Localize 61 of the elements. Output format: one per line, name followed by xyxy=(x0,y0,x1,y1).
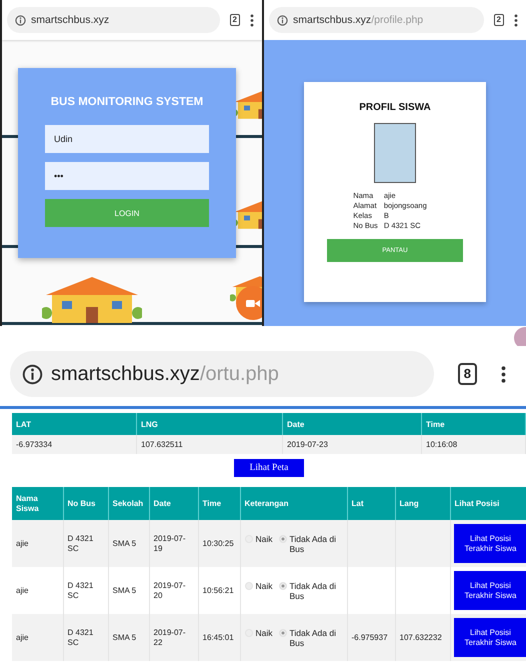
password-field[interactable]: ••• xyxy=(45,162,209,190)
column-header: Time xyxy=(198,487,240,520)
video-camera-icon xyxy=(246,298,260,308)
column-header: Lang xyxy=(395,487,450,520)
photo-placeholder xyxy=(374,123,416,183)
column-header: Time xyxy=(422,413,526,435)
table-cell: 10:16:08 xyxy=(422,435,526,454)
profile-title: PROFIL SISWA xyxy=(359,102,431,113)
table-cell: -6.975937 xyxy=(352,632,388,642)
address-bar[interactable]: smartschbus.xyz 2 xyxy=(2,0,262,40)
column-header: Date xyxy=(149,487,198,520)
column-header: Lihat Posisi xyxy=(450,487,526,520)
column-header: Lat xyxy=(347,487,395,520)
username-field[interactable]: Udin xyxy=(45,125,209,153)
column-header: No Bus xyxy=(63,487,108,520)
table-cell: ajie xyxy=(12,614,63,661)
table-cell: 107.632511 xyxy=(136,435,282,454)
radio-label: Naik xyxy=(256,580,273,590)
last-position-button[interactable]: Lihat Posisi Terakhir Siswa xyxy=(454,618,526,657)
tab-count-button[interactable]: 2 xyxy=(494,14,504,26)
login-title: BUS MONITORING SYSTEM xyxy=(50,96,204,108)
table-cell: SMA 5 xyxy=(108,614,149,661)
menu-icon[interactable] xyxy=(514,14,518,26)
column-header: LNG xyxy=(136,413,282,435)
table-cell: D 4321 SC xyxy=(63,520,108,567)
column-header: Nama Siswa xyxy=(12,487,63,520)
column-header: Date xyxy=(282,413,422,435)
table-cell: -6.973334 xyxy=(12,435,136,454)
info-icon xyxy=(15,14,26,26)
column-header: Keterangan xyxy=(240,487,347,520)
radio-label: Tidak Ada di Bus xyxy=(290,580,337,600)
last-position-button[interactable]: Lihat Posisi Terakhir Siswa xyxy=(454,571,526,610)
table-cell: 10:30:25 xyxy=(198,520,240,567)
radio-label: Tidak Ada di Bus xyxy=(290,628,337,648)
radio-button[interactable] xyxy=(278,534,287,542)
column-header: Sekolah xyxy=(108,487,149,520)
radio-button[interactable] xyxy=(278,628,287,636)
info-icon xyxy=(277,14,288,26)
radio-button[interactable] xyxy=(244,582,252,590)
table-cell: SMA 5 xyxy=(108,520,149,567)
radio-button[interactable] xyxy=(278,582,287,590)
column-header: LAT xyxy=(12,413,136,435)
table-cell: 2019-07-22 xyxy=(149,614,198,661)
tab-count-button[interactable]: 8 xyxy=(458,363,477,385)
last-position-button[interactable]: Lihat Posisi Terakhir Siswa xyxy=(454,524,526,563)
url-text[interactable]: smartschbus.xyz xyxy=(31,14,110,26)
menu-icon[interactable] xyxy=(250,14,254,26)
info-icon xyxy=(22,364,43,384)
tab-count-button[interactable]: 2 xyxy=(230,14,240,26)
menu-icon[interactable] xyxy=(501,364,506,384)
radio-label: Naik xyxy=(256,534,273,544)
radio-label: Naik xyxy=(256,628,273,638)
table-cell: 107.632232 xyxy=(400,632,442,642)
view-map-button[interactable]: Lihat Peta xyxy=(234,459,304,477)
table-cell: 2019-07-19 xyxy=(149,520,198,567)
table-cell: 16:45:01 xyxy=(198,614,240,661)
video-camera-button[interactable] xyxy=(236,286,262,320)
table-cell: D 4321 SC xyxy=(63,614,108,661)
table-cell: ajie xyxy=(12,520,63,567)
radio-label: Tidak Ada di Bus xyxy=(290,534,337,554)
table-cell: 2019-07-23 xyxy=(282,435,422,454)
